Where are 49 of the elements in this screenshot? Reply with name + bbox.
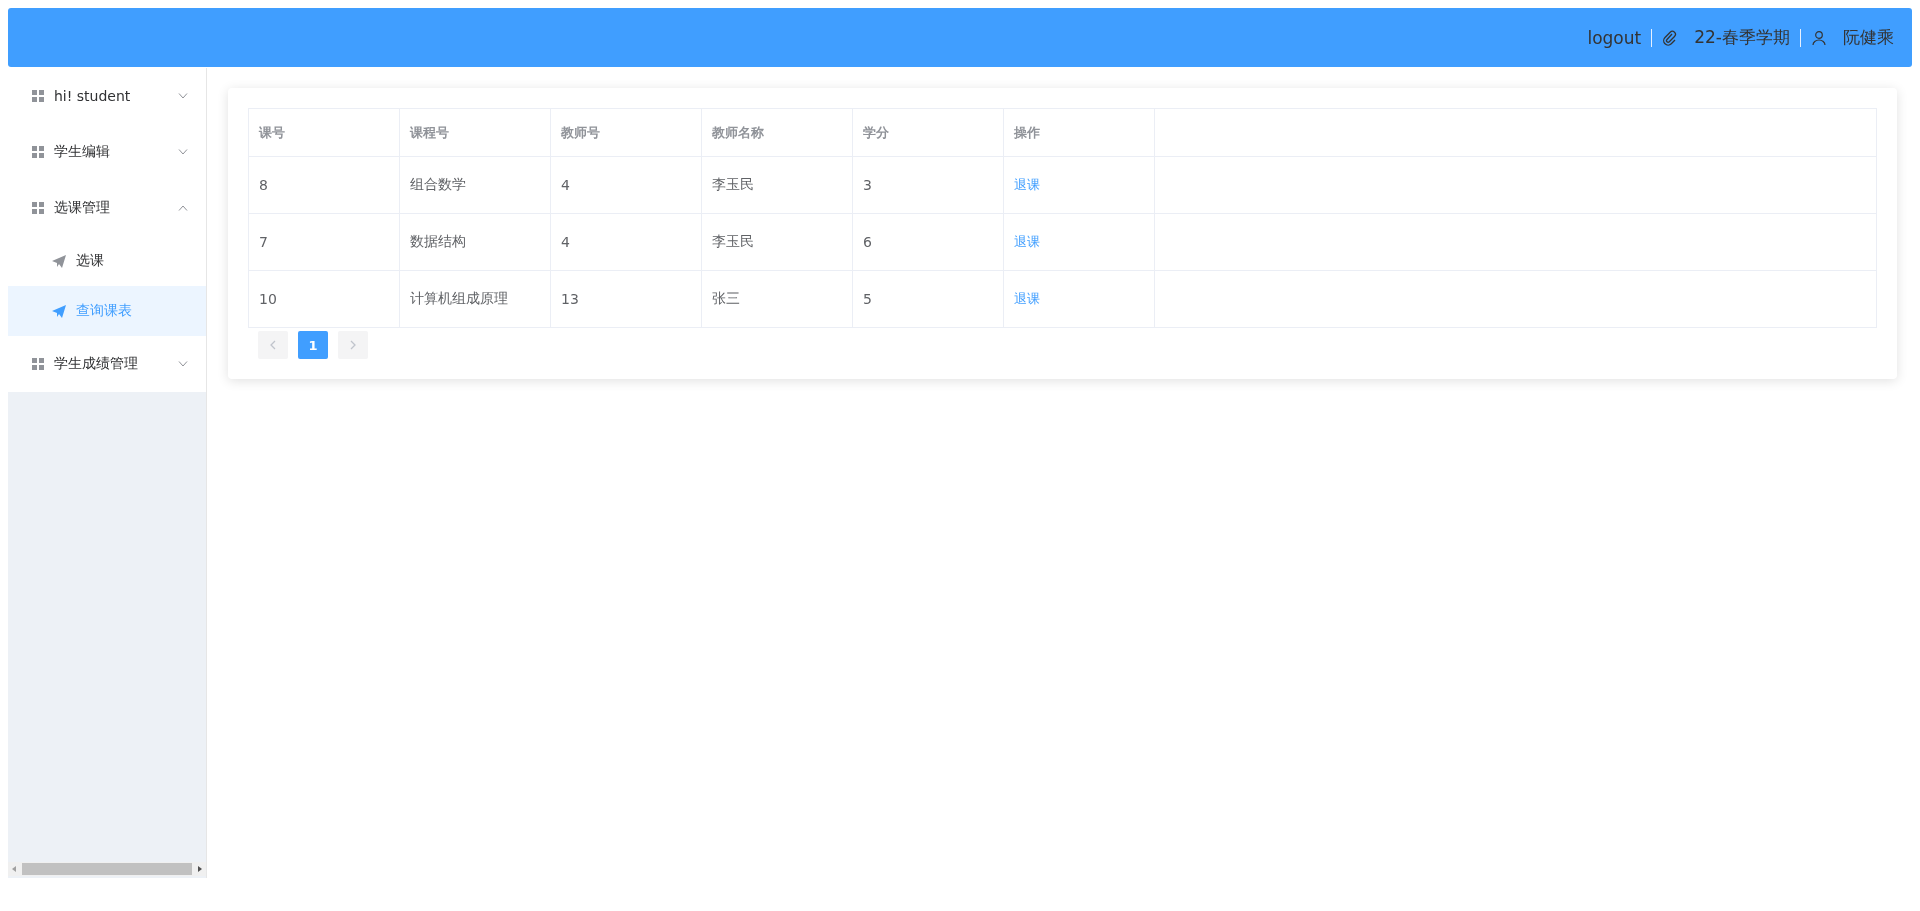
scroll-right-icon[interactable] bbox=[198, 866, 202, 872]
table-cell: 5 bbox=[852, 270, 1004, 328]
menu-item[interactable]: 学生编辑 bbox=[8, 124, 206, 180]
column-header: 教师号 bbox=[550, 108, 702, 157]
table-cell: 4 bbox=[550, 213, 702, 271]
table-cell: 计算机组成原理 bbox=[399, 270, 551, 328]
submenu-item[interactable]: 查询课表 bbox=[8, 286, 206, 336]
drop-course-link[interactable]: 退课 bbox=[1014, 234, 1040, 249]
table-cell: 组合数学 bbox=[399, 156, 551, 214]
grid-icon bbox=[32, 358, 44, 370]
menu-item[interactable]: hi! student bbox=[8, 68, 206, 124]
horizontal-scrollbar[interactable] bbox=[8, 862, 206, 876]
previous-page-button[interactable] bbox=[258, 331, 288, 359]
column-header: 学分 bbox=[852, 108, 1004, 157]
paper-plane-icon bbox=[52, 254, 66, 268]
table-cell: 13 bbox=[550, 270, 702, 328]
drop-course-link[interactable]: 退课 bbox=[1014, 177, 1040, 192]
table-cell: 张三 bbox=[701, 270, 853, 328]
logout-link[interactable]: logout bbox=[1587, 27, 1642, 48]
column-header: 操作 bbox=[1003, 108, 1155, 157]
table-cell: 3 bbox=[852, 156, 1004, 214]
drop-course-link[interactable]: 退课 bbox=[1014, 291, 1040, 306]
grid-icon bbox=[32, 202, 44, 214]
user-icon bbox=[1811, 29, 1827, 46]
submenu-item[interactable]: 选课 bbox=[8, 236, 206, 286]
table-cell: 李玉民 bbox=[701, 156, 853, 214]
column-header: 课号 bbox=[248, 108, 400, 157]
menu-item[interactable]: 学生成绩管理 bbox=[8, 336, 206, 392]
table-cell: 6 bbox=[852, 213, 1004, 271]
table-cell: 10 bbox=[248, 270, 400, 328]
page-button[interactable]: 1 bbox=[298, 331, 328, 359]
chevron-right-icon bbox=[350, 340, 356, 350]
column-header: 教师名称 bbox=[701, 108, 853, 157]
table-cell: 李玉民 bbox=[701, 213, 853, 271]
column-header: 课程号 bbox=[399, 108, 551, 157]
scroll-left-icon[interactable] bbox=[12, 866, 16, 872]
table-cell: 数据结构 bbox=[399, 213, 551, 271]
menu-item[interactable]: 选课管理 bbox=[8, 180, 206, 236]
chevron-left-icon bbox=[270, 340, 276, 350]
user-name: 阮健乘 bbox=[1843, 26, 1894, 49]
paperclip-icon bbox=[1662, 29, 1679, 46]
paper-plane-icon bbox=[52, 304, 66, 318]
grid-icon bbox=[32, 90, 44, 102]
table-cell: 7 bbox=[248, 213, 400, 271]
table-cell: 4 bbox=[550, 156, 702, 214]
next-page-button[interactable] bbox=[338, 331, 368, 359]
term-label: 22-春季学期 bbox=[1694, 26, 1790, 49]
grid-icon bbox=[32, 146, 44, 158]
table-cell: 8 bbox=[248, 156, 400, 214]
